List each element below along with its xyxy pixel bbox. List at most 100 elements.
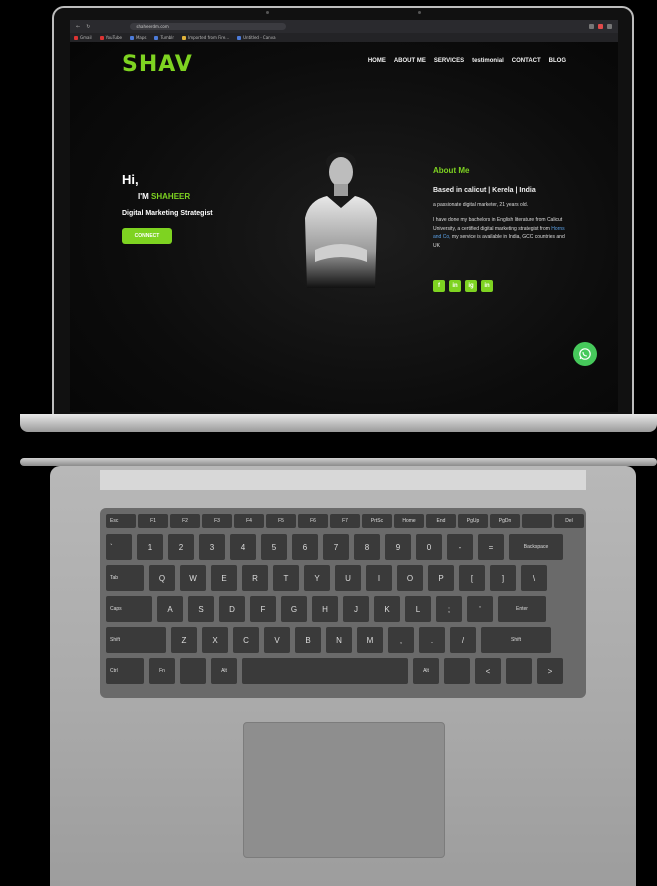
bookmark-maps[interactable]: Maps <box>129 35 146 40</box>
key[interactable]: PgDn <box>490 514 520 528</box>
bookmark-imported[interactable]: Imported from Fire... <box>182 35 229 40</box>
key[interactable]: < <box>475 658 501 684</box>
key[interactable]: Q <box>149 565 175 591</box>
key[interactable]: W <box>180 565 206 591</box>
key[interactable]: End <box>426 514 456 528</box>
key[interactable]: Enter <box>498 596 546 622</box>
key[interactable] <box>506 658 532 684</box>
key[interactable]: - <box>447 534 473 560</box>
bookmark-tumblr[interactable]: Tumblr <box>154 35 174 40</box>
key[interactable]: I <box>366 565 392 591</box>
key[interactable]: 5 <box>261 534 287 560</box>
menu-icon[interactable] <box>607 24 612 29</box>
key[interactable]: L <box>405 596 431 622</box>
key[interactable]: U <box>335 565 361 591</box>
key[interactable]: V <box>264 627 290 653</box>
key[interactable]: D <box>219 596 245 622</box>
key[interactable]: 9 <box>385 534 411 560</box>
key[interactable]: J <box>343 596 369 622</box>
bookmark-youtube[interactable]: YouTube <box>99 35 122 40</box>
key[interactable]: E <box>211 565 237 591</box>
key[interactable]: Shift <box>106 627 166 653</box>
key[interactable]: PgUp <box>458 514 488 528</box>
key[interactable]: [ <box>459 565 485 591</box>
linkedin-alt-icon[interactable]: in <box>481 280 493 292</box>
key[interactable] <box>522 514 552 528</box>
key[interactable]: Shift <box>481 627 551 653</box>
key[interactable]: Fn <box>149 658 175 684</box>
connect-button[interactable]: CONNECT <box>122 228 172 244</box>
key[interactable]: T <box>273 565 299 591</box>
key[interactable]: O <box>397 565 423 591</box>
key[interactable]: G <box>281 596 307 622</box>
key[interactable]: F5 <box>266 514 296 528</box>
key[interactable] <box>444 658 470 684</box>
key[interactable]: P <box>428 565 454 591</box>
facebook-icon[interactable]: f <box>433 280 445 292</box>
key[interactable]: Z <box>171 627 197 653</box>
key[interactable]: 8 <box>354 534 380 560</box>
nav-about[interactable]: ABOUT ME <box>394 58 426 64</box>
key[interactable]: Esc <box>106 514 136 528</box>
key[interactable]: K <box>374 596 400 622</box>
key[interactable]: B <box>295 627 321 653</box>
key[interactable]: Alt <box>211 658 237 684</box>
linkedin-icon[interactable]: in <box>449 280 461 292</box>
key[interactable]: M <box>357 627 383 653</box>
key[interactable]: Backspace <box>509 534 563 560</box>
key[interactable]: ' <box>467 596 493 622</box>
key[interactable]: Del <box>554 514 584 528</box>
extension-icon[interactable] <box>598 24 603 29</box>
key[interactable] <box>242 658 408 684</box>
key[interactable]: ] <box>490 565 516 591</box>
key[interactable]: R <box>242 565 268 591</box>
key[interactable]: 3 <box>199 534 225 560</box>
nav-testimonial[interactable]: testimonial <box>472 58 504 64</box>
key[interactable]: F4 <box>234 514 264 528</box>
key[interactable]: A <box>157 596 183 622</box>
instagram-icon[interactable]: ig <box>465 280 477 292</box>
site-logo[interactable]: SHAV <box>122 52 193 77</box>
key[interactable]: Tab <box>106 565 144 591</box>
key[interactable]: Y <box>304 565 330 591</box>
key[interactable]: C <box>233 627 259 653</box>
nav-contact[interactable]: CONTACT <box>512 58 541 64</box>
key[interactable]: S <box>188 596 214 622</box>
key[interactable]: F1 <box>138 514 168 528</box>
key[interactable]: PrtSc <box>362 514 392 528</box>
key[interactable]: H <box>312 596 338 622</box>
address-bar[interactable]: shaheerdm.com <box>130 23 287 30</box>
key[interactable]: F7 <box>330 514 360 528</box>
key[interactable]: ; <box>436 596 462 622</box>
key[interactable]: F <box>250 596 276 622</box>
key[interactable]: ` <box>106 534 132 560</box>
key[interactable]: . <box>419 627 445 653</box>
whatsapp-icon[interactable] <box>573 342 597 366</box>
nav-blog[interactable]: BLOG <box>549 58 566 64</box>
key[interactable]: N <box>326 627 352 653</box>
key[interactable]: 0 <box>416 534 442 560</box>
key[interactable]: = <box>478 534 504 560</box>
trackpad[interactable] <box>243 722 445 858</box>
nav-services[interactable]: SERVICES <box>434 58 464 64</box>
key[interactable]: 7 <box>323 534 349 560</box>
key[interactable]: 2 <box>168 534 194 560</box>
key[interactable]: F2 <box>170 514 200 528</box>
nav-home[interactable]: HOME <box>368 58 386 64</box>
bookmark-canva[interactable]: Untitled - Canva <box>237 35 276 40</box>
key[interactable]: > <box>537 658 563 684</box>
key[interactable] <box>180 658 206 684</box>
key[interactable]: / <box>450 627 476 653</box>
key[interactable]: Alt <box>413 658 439 684</box>
key[interactable]: Caps <box>106 596 152 622</box>
bookmark-star-icon[interactable] <box>589 24 594 29</box>
key[interactable]: \ <box>521 565 547 591</box>
key[interactable]: F3 <box>202 514 232 528</box>
key[interactable]: X <box>202 627 228 653</box>
key[interactable]: F6 <box>298 514 328 528</box>
key[interactable]: 6 <box>292 534 318 560</box>
reload-icon[interactable]: ↻ <box>86 24 90 30</box>
key[interactable]: Home <box>394 514 424 528</box>
key[interactable]: Ctrl <box>106 658 144 684</box>
key[interactable]: 1 <box>137 534 163 560</box>
